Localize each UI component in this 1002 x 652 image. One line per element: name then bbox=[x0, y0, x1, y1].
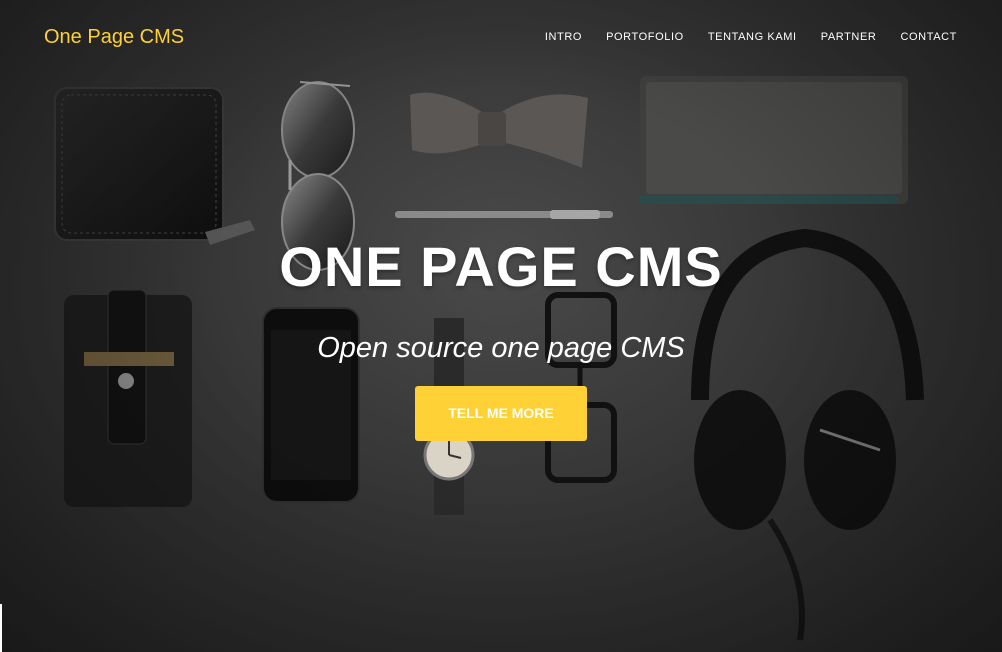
pen-icon bbox=[395, 210, 613, 219]
nav-item-tentang-kami[interactable]: TENTANG KAMI bbox=[708, 31, 797, 43]
wallet-icon bbox=[54, 87, 255, 245]
hero-title: ONE PAGE CMS bbox=[279, 235, 723, 298]
hero-section: One Page CMS INTRO PORTOFOLIO TENTANG KA… bbox=[0, 0, 1002, 652]
tell-me-more-button[interactable]: TELL ME MORE bbox=[415, 386, 587, 441]
nav-item-contact[interactable]: CONTACT bbox=[900, 31, 957, 43]
hero-subtitle: Open source one page CMS bbox=[317, 332, 685, 364]
site-brand-link[interactable]: One Page CMS bbox=[44, 26, 184, 49]
nav-item-partner[interactable]: PARTNER bbox=[821, 31, 877, 43]
nav-item-portofolio[interactable]: PORTOFOLIO bbox=[606, 31, 684, 43]
hero-content: ONE PAGE CMS Open source one page CMS TE… bbox=[0, 232, 1002, 441]
left-edge-marker bbox=[0, 604, 2, 652]
nav-menu: INTRO PORTOFOLIO TENTANG KAMI PARTNER CO… bbox=[545, 31, 957, 43]
bow-tie-icon bbox=[410, 92, 588, 168]
top-navbar: One Page CMS INTRO PORTOFOLIO TENTANG KA… bbox=[0, 0, 1002, 78]
notebook-icon bbox=[640, 76, 908, 204]
nav-item-intro[interactable]: INTRO bbox=[545, 31, 582, 43]
